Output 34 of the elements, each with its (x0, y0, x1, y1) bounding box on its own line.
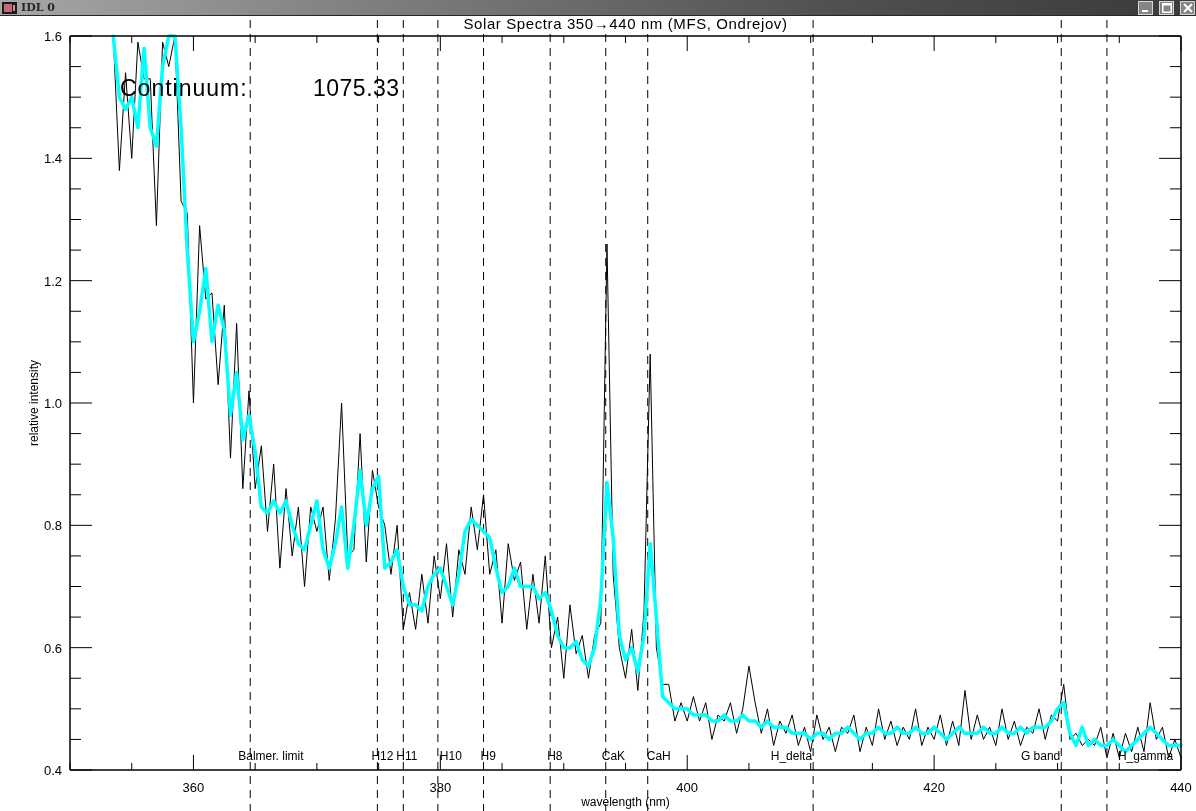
close-icon (1182, 2, 1193, 13)
line-label: G band (1020, 749, 1061, 763)
maximize-icon (1161, 2, 1172, 13)
tick-label: 400 (676, 780, 699, 795)
line-label: H11 (396, 749, 418, 763)
tick-label: 0.6 (43, 640, 62, 656)
tick-label: 1.4 (43, 151, 62, 167)
axis-title: wavelength (nm) (581, 795, 670, 809)
close-button[interactable] (1180, 0, 1195, 15)
minimize-icon (1141, 9, 1148, 12)
line-label: H10 (439, 749, 462, 763)
line-label: H8 (547, 749, 563, 763)
maximize-button[interactable] (1159, 0, 1174, 15)
axis-title: relative intensity (27, 360, 41, 446)
tick-label: 440 (1170, 780, 1192, 795)
tick-label: 1.6 (43, 29, 62, 44)
line-label: H9 (480, 749, 496, 763)
tick-label: 1.0 (43, 396, 62, 411)
line-label: CaK (601, 749, 626, 763)
line-label: H_gamma (1117, 749, 1174, 763)
tick-label: 1.2 (43, 273, 62, 289)
line-label: H12 (371, 749, 394, 763)
line-label: CaH (646, 749, 671, 763)
tick-label: 0.8 (43, 518, 62, 534)
tick-label: 0.4 (43, 763, 62, 778)
readout-value: 1075.33 (313, 75, 400, 101)
tick-label: 360 (182, 780, 205, 795)
window-title: IDL 0 (21, 0, 55, 15)
tick-label: 380 (429, 780, 452, 795)
line-label: H_delta (770, 749, 813, 763)
line-label: Balmer. limit (238, 749, 304, 763)
minimize-button[interactable] (1138, 0, 1153, 15)
tick-label: 420 (923, 780, 945, 795)
chart-title: Solar Spectra 350→440 nm (MFS, Ondrejov) (463, 16, 788, 32)
